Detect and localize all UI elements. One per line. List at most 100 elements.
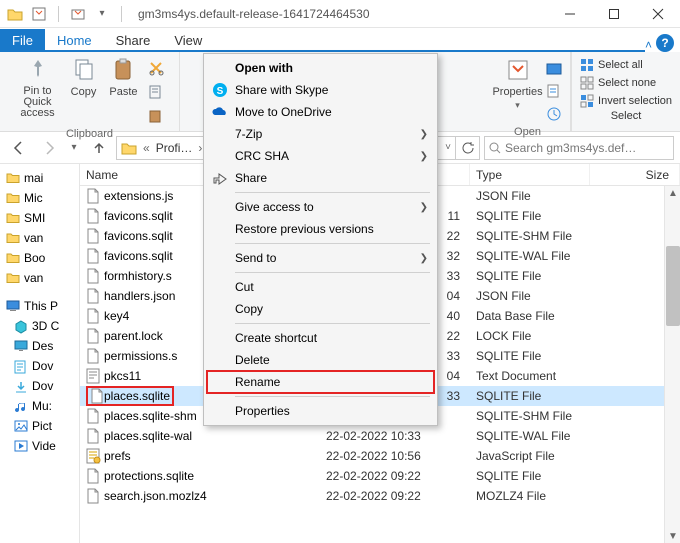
- history-icon[interactable]: [544, 104, 564, 124]
- tab-file[interactable]: File: [0, 29, 45, 52]
- file-row[interactable]: places.sqlite-wal22-02-2022 10:33SQLITE-…: [80, 426, 680, 446]
- qat-properties-icon[interactable]: [30, 5, 48, 23]
- file-type: SQLITE-SHM File: [470, 409, 590, 423]
- vertical-scrollbar[interactable]: ▲ ▼: [664, 186, 680, 543]
- file-type: MOZLZ4 File: [470, 489, 590, 503]
- ctx-crc[interactable]: CRC SHA❯: [207, 145, 434, 167]
- group-select-label: Select: [580, 110, 672, 122]
- ctx-open-with[interactable]: Open with: [207, 57, 434, 79]
- tab-view[interactable]: View: [162, 29, 214, 52]
- ctx-shortcut[interactable]: Create shortcut: [207, 327, 434, 349]
- copypath-icon[interactable]: [146, 82, 166, 102]
- tree-pc-item[interactable]: 3D C: [0, 316, 79, 336]
- col-size[interactable]: Size: [590, 164, 680, 185]
- close-button[interactable]: [636, 0, 680, 28]
- select-none-button[interactable]: Select none: [580, 74, 672, 92]
- refresh-button[interactable]: [455, 136, 479, 160]
- pin-icon: [24, 56, 52, 84]
- tree-folder[interactable]: Boo: [0, 248, 79, 268]
- file-name: protections.sqlite: [80, 468, 320, 484]
- paste-button[interactable]: Paste: [106, 56, 142, 98]
- help-button[interactable]: ?: [656, 34, 674, 52]
- ctx-cut[interactable]: Cut: [207, 276, 434, 298]
- desktop-icon: [14, 340, 28, 352]
- ctx-send-to[interactable]: Send to❯: [207, 247, 434, 269]
- minimize-button[interactable]: [548, 0, 592, 28]
- ctx-onedrive[interactable]: Move to OneDrive: [207, 101, 434, 123]
- forward-button[interactable]: [36, 135, 62, 161]
- tree-pc-item[interactable]: Pict: [0, 416, 79, 436]
- open-icon[interactable]: [544, 58, 564, 78]
- file-name: search.json.mozlz4: [80, 488, 320, 504]
- tree-folder[interactable]: Mic: [0, 188, 79, 208]
- ctx-give-access[interactable]: Give access to❯: [207, 196, 434, 218]
- cut-icon[interactable]: [146, 58, 166, 78]
- ctx-share[interactable]: Share: [207, 167, 434, 189]
- pasteshortcut-icon[interactable]: [146, 106, 166, 126]
- tree-folder[interactable]: mai: [0, 168, 79, 188]
- qat-chevron-icon[interactable]: ▾: [93, 5, 111, 23]
- ctx-rename[interactable]: Rename: [207, 371, 434, 393]
- ctx-7zip[interactable]: 7-Zip❯: [207, 123, 434, 145]
- qat-newfolder-icon[interactable]: [69, 5, 87, 23]
- file-type: SQLITE File: [470, 209, 590, 223]
- invert-selection-button[interactable]: Invert selection: [580, 92, 672, 110]
- tab-home[interactable]: Home: [45, 29, 104, 52]
- col-type[interactable]: Type: [470, 164, 590, 185]
- properties-button[interactable]: Properties ▾: [492, 56, 544, 124]
- tree-folder[interactable]: SMI: [0, 208, 79, 228]
- folder-icon: [6, 5, 24, 23]
- tree-pc-item[interactable]: Dov: [0, 356, 79, 376]
- search-icon: [489, 142, 501, 154]
- file-type: SQLITE File: [470, 269, 590, 283]
- nav-tree[interactable]: maiMicSMIvanBoovanThis P3D CDesDovDovMu:…: [0, 164, 80, 543]
- picture-icon: [14, 420, 28, 432]
- scroll-down-icon[interactable]: ▼: [666, 529, 680, 543]
- edit-icon[interactable]: [544, 81, 564, 101]
- pin-quickaccess-button[interactable]: Pin to Quick access: [14, 56, 62, 119]
- ctx-skype[interactable]: S Share with Skype: [207, 79, 434, 101]
- properties-icon: [504, 56, 532, 84]
- onedrive-icon: [211, 103, 229, 121]
- invert-icon: [580, 94, 594, 108]
- folder-icon: [121, 141, 137, 155]
- file-row[interactable]: protections.sqlite22-02-2022 09:22SQLITE…: [80, 466, 680, 486]
- file-date: 22-02-2022 10:33: [320, 429, 470, 443]
- ctx-restore[interactable]: Restore previous versions: [207, 218, 434, 240]
- maximize-button[interactable]: [592, 0, 636, 28]
- skype-icon: S: [211, 81, 229, 99]
- paste-icon: [110, 56, 138, 84]
- doc-icon: [14, 360, 28, 372]
- tree-pc-item[interactable]: Dov: [0, 376, 79, 396]
- tab-share[interactable]: Share: [104, 29, 163, 52]
- tree-folder[interactable]: van: [0, 228, 79, 248]
- tree-pc-item[interactable]: Mu:: [0, 396, 79, 416]
- file-row[interactable]: search.json.mozlz422-02-2022 09:22MOZLZ4…: [80, 486, 680, 506]
- file-type: SQLITE File: [470, 349, 590, 363]
- music-icon: [14, 400, 28, 412]
- file-date: 22-02-2022 10:56: [320, 449, 470, 463]
- copy-button[interactable]: Copy: [66, 56, 102, 98]
- search-input[interactable]: Search gm3ms4ys.def…: [484, 136, 674, 160]
- back-button[interactable]: [6, 135, 32, 161]
- scroll-up-icon[interactable]: ▲: [666, 186, 680, 200]
- tree-folder[interactable]: van: [0, 268, 79, 288]
- file-type: Text Document: [470, 369, 590, 383]
- file-row[interactable]: prefs22-02-2022 10:56JavaScript File: [80, 446, 680, 466]
- chevron-right-icon: ❯: [420, 253, 428, 264]
- scroll-thumb[interactable]: [666, 246, 680, 326]
- ribbon-tabs: File Home Share View ˄ ?: [0, 28, 680, 52]
- tree-pc-item[interactable]: Des: [0, 336, 79, 356]
- context-menu: Open with S Share with Skype Move to One…: [203, 53, 438, 426]
- breadcrumb-segment[interactable]: Profi…: [152, 141, 197, 155]
- tree-pc-item[interactable]: Vide: [0, 436, 79, 456]
- ctx-properties[interactable]: Properties: [207, 400, 434, 422]
- tree-thispc[interactable]: This P: [0, 296, 79, 316]
- ctx-delete[interactable]: Delete: [207, 349, 434, 371]
- select-all-button[interactable]: Select all: [580, 56, 672, 74]
- video-icon: [14, 440, 28, 452]
- ctx-copy[interactable]: Copy: [207, 298, 434, 320]
- file-type: SQLITE File: [470, 389, 590, 403]
- ribbon-collapse-icon[interactable]: ˄: [645, 38, 656, 52]
- chevron-right-icon: ❯: [420, 202, 428, 213]
